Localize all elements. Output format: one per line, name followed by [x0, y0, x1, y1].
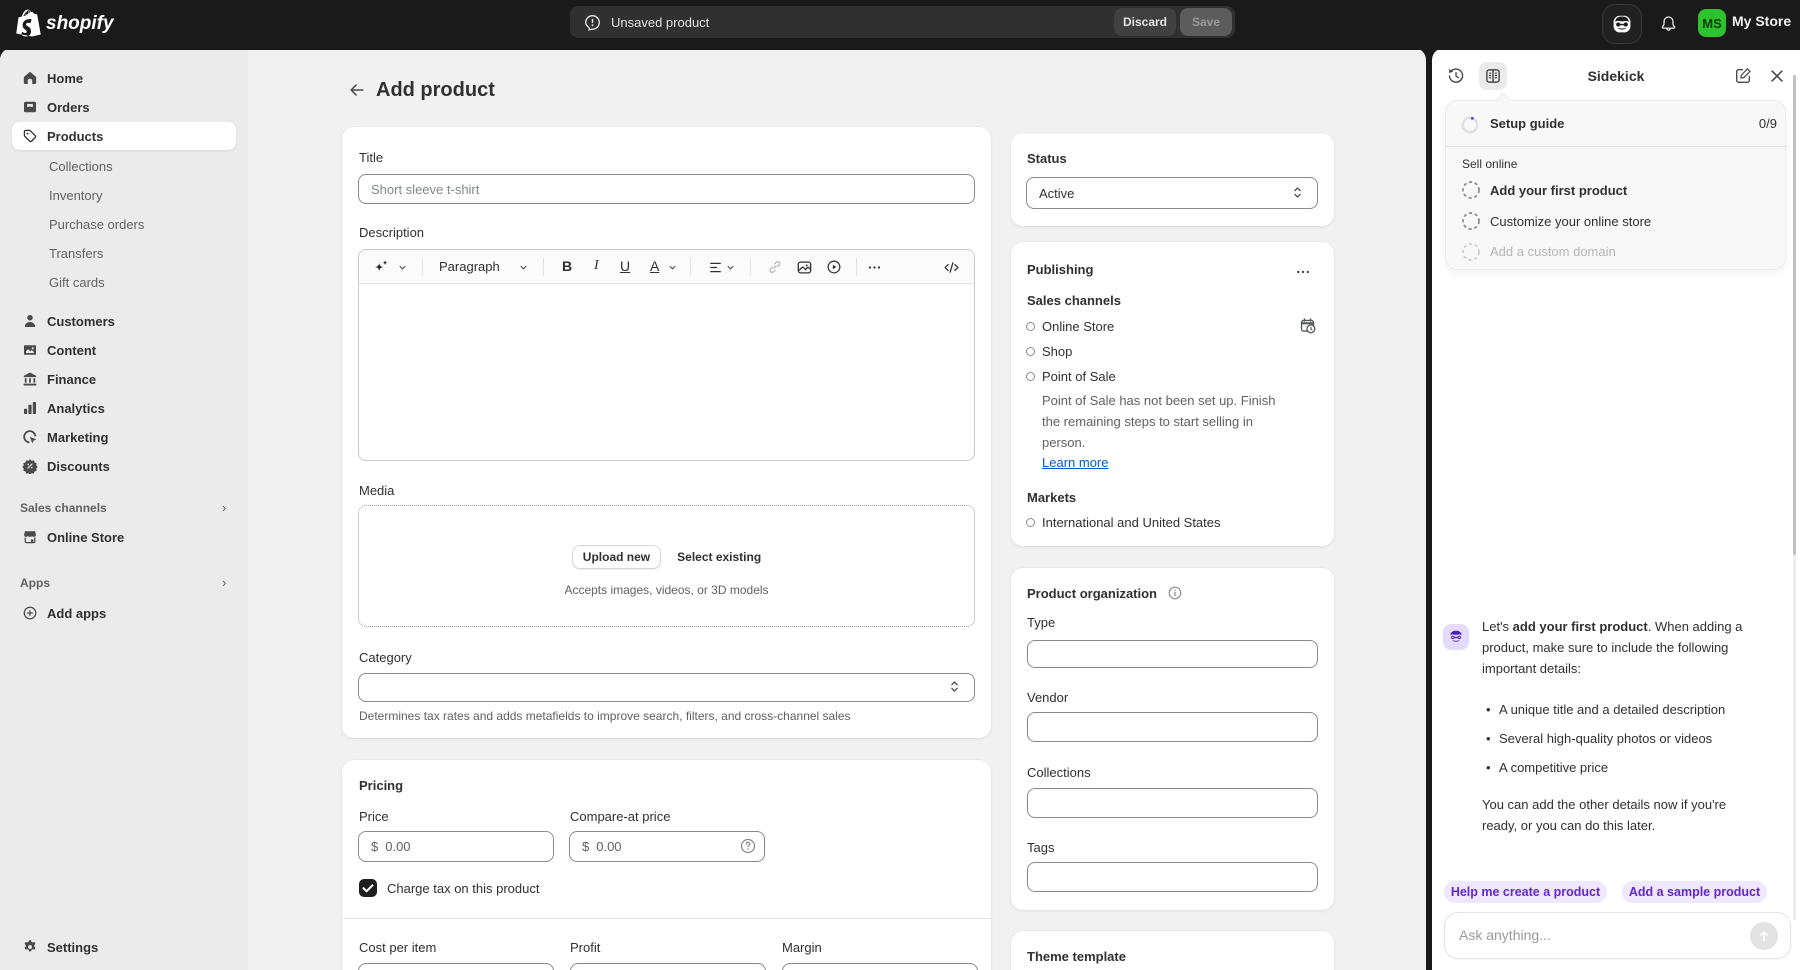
svg-text:shopify: shopify [46, 13, 115, 34]
